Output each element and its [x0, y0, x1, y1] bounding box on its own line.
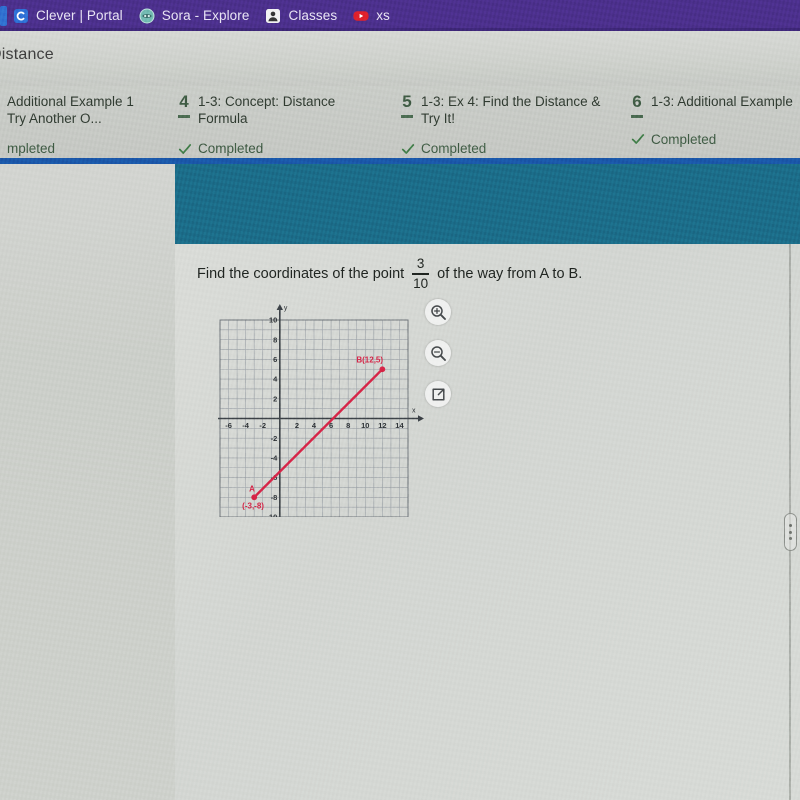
check-icon [178, 143, 192, 154]
step-status: mpleted [7, 141, 56, 156]
step-dash-icon [631, 115, 643, 118]
y-tick-label: 10 [269, 316, 277, 325]
step-dash-icon [401, 115, 413, 118]
step-title-line1: 1-3: Additional Example [651, 94, 793, 109]
tab-label: Classes [288, 8, 338, 23]
coordinate-plane-graph: yx-6-4-22468101214108642-2-4-6-8-10A(-3,… [218, 302, 428, 522]
step-title-line2: Try Another O... [7, 110, 102, 126]
y-tick-label: 8 [273, 335, 277, 344]
x-tick-label: -6 [225, 421, 232, 430]
page-header-band: Distance [0, 31, 800, 86]
lesson-banner [175, 158, 800, 244]
fraction-three-tenths: 3 10 [412, 256, 430, 291]
step-status: Completed [198, 141, 264, 156]
tab-edge-sliver[interactable] [0, 5, 7, 26]
x-axis-label: x [412, 408, 416, 415]
lesson-step-item[interactable]: 6 1-3: Additional Example Completed [630, 92, 793, 147]
step-title-line1: 1-3: Concept: Distance [198, 94, 336, 109]
y-axis-label: y [284, 305, 288, 312]
x-tick-label: -2 [259, 421, 266, 430]
zoom-in-icon [430, 304, 446, 320]
y-tick-label: -4 [271, 454, 278, 463]
x-tick-label: 12 [378, 421, 386, 430]
step-status: Completed [651, 131, 717, 147]
y-tick-label: -8 [271, 493, 278, 502]
browser-tab-sora[interactable]: Sora - Explore [133, 2, 260, 30]
step-title-line2: Try It! [421, 110, 455, 126]
tab-label: Clever | Portal [36, 8, 123, 23]
fraction-bar [412, 273, 430, 275]
handle-dot [789, 530, 792, 534]
browser-tab-strip: Clever | Portal Sora - Explore Classes x… [0, 0, 800, 31]
banner-blue-strip [175, 158, 800, 164]
browser-tab-classes[interactable]: Classes [259, 2, 347, 30]
left-side-panel [0, 164, 175, 800]
x-axis-arrow [418, 415, 424, 422]
step-number: 6 [632, 92, 642, 111]
check-icon [631, 134, 645, 144]
plotted-point-a [251, 494, 258, 501]
y-tick-label: -10 [266, 513, 277, 517]
step-number: 4 [179, 92, 189, 111]
handle-dot [789, 524, 792, 527]
step-number: 5 [402, 92, 412, 111]
expand-external-button[interactable] [425, 381, 451, 407]
y-axis-arrow [276, 304, 284, 310]
handle-dot [789, 537, 792, 540]
plotted-point-b [379, 366, 386, 373]
point-label-a: A [249, 484, 255, 493]
lesson-step-item[interactable]: Additional Example 1 Try Another O... mp… [0, 94, 134, 156]
graph-tool-buttons [425, 299, 451, 407]
zoom-out-icon [430, 345, 446, 361]
tab-label: Sora - Explore [161, 8, 250, 23]
point-label-b: B(12,5) [356, 355, 383, 364]
x-tick-label: 2 [295, 421, 299, 430]
coordinate-plane-svg[interactable]: yx-6-4-22468101214108642-2-4-6-8-10A(-3,… [218, 302, 428, 522]
x-tick-label: 10 [361, 421, 369, 430]
step-title-line2: Formula [198, 110, 248, 126]
step-title-line1: Additional Example 1 [7, 94, 134, 109]
page-title: Distance [0, 46, 54, 63]
screen: Clever | Portal Sora - Explore Classes x… [0, 0, 800, 800]
point-coords-a: (-3,-8) [242, 501, 264, 510]
question-text: Find the coordinates of the point 3 10 o… [197, 256, 583, 291]
y-tick-label: 2 [273, 394, 277, 403]
step-title-line1: 1-3: Ex 4: Find the Distance & [421, 94, 601, 109]
classes-person-icon [266, 8, 281, 23]
zoom-in-button[interactable] [425, 299, 451, 325]
expand-external-icon [431, 387, 445, 401]
fraction-numerator: 3 [416, 256, 425, 271]
check-icon [401, 143, 415, 154]
sora-icon [139, 8, 155, 23]
question-after: of the way from A to B. [437, 265, 583, 282]
question-before: Find the coordinates of the point [197, 265, 405, 282]
tab-label: xs [376, 8, 390, 23]
step-dash-icon [178, 115, 190, 118]
lesson-content-area: Find the coordinates of the point 3 10 o… [175, 244, 800, 800]
browser-tab-clever[interactable]: Clever | Portal [7, 2, 133, 30]
x-tick-label: 14 [395, 421, 404, 430]
x-tick-label: -4 [242, 421, 249, 430]
lesson-step-item[interactable]: 5 1-3: Ex 4: Find the Distance & Try It!… [400, 92, 601, 156]
zoom-out-button[interactable] [425, 340, 451, 366]
browser-tab-xs[interactable]: xs [347, 2, 400, 30]
y-tick-label: 6 [273, 355, 277, 364]
y-tick-label: -2 [271, 434, 278, 443]
youtube-icon [353, 10, 369, 21]
lesson-step-nav: Additional Example 1 Try Another O... mp… [0, 86, 800, 162]
x-tick-label: 8 [346, 421, 350, 430]
lesson-step-item[interactable]: 4 1-3: Concept: Distance Formula Complet… [177, 92, 336, 156]
clever-icon [14, 8, 28, 23]
step-status: Completed [421, 141, 487, 156]
panel-resize-handle[interactable] [784, 513, 797, 551]
fraction-denominator: 10 [413, 275, 429, 291]
